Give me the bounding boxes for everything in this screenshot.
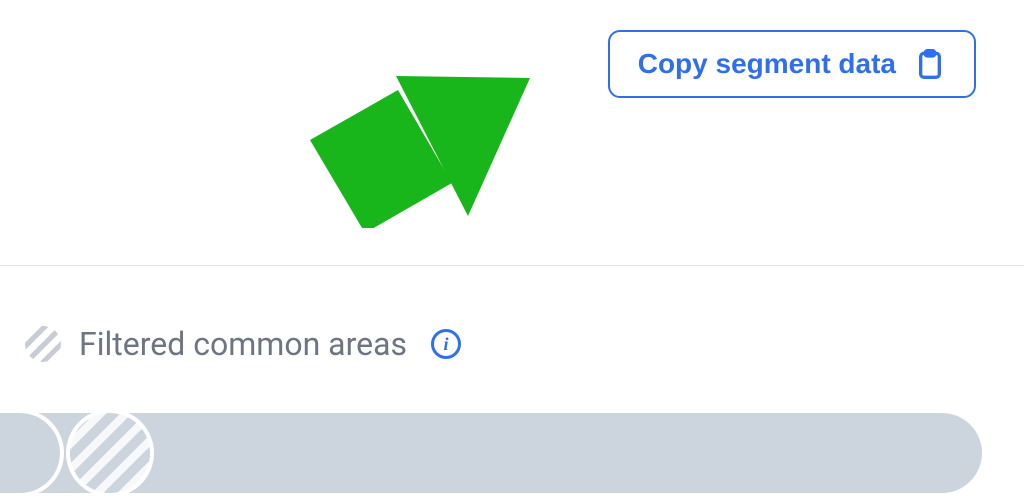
copy-segment-data-label: Copy segment data (638, 50, 896, 78)
callout-arrow-icon (310, 48, 530, 228)
legend-row: Filtered common areas i (25, 325, 461, 363)
segment-bar-piece-2-hatched (70, 413, 150, 493)
section-divider (0, 265, 1024, 266)
clipboard-icon (914, 48, 946, 80)
info-icon[interactable]: i (431, 329, 461, 359)
copy-segment-data-button[interactable]: Copy segment data (608, 30, 976, 98)
segment-bar (0, 413, 982, 493)
hatched-swatch-icon (25, 326, 61, 362)
legend-label: Filtered common areas (79, 325, 407, 363)
